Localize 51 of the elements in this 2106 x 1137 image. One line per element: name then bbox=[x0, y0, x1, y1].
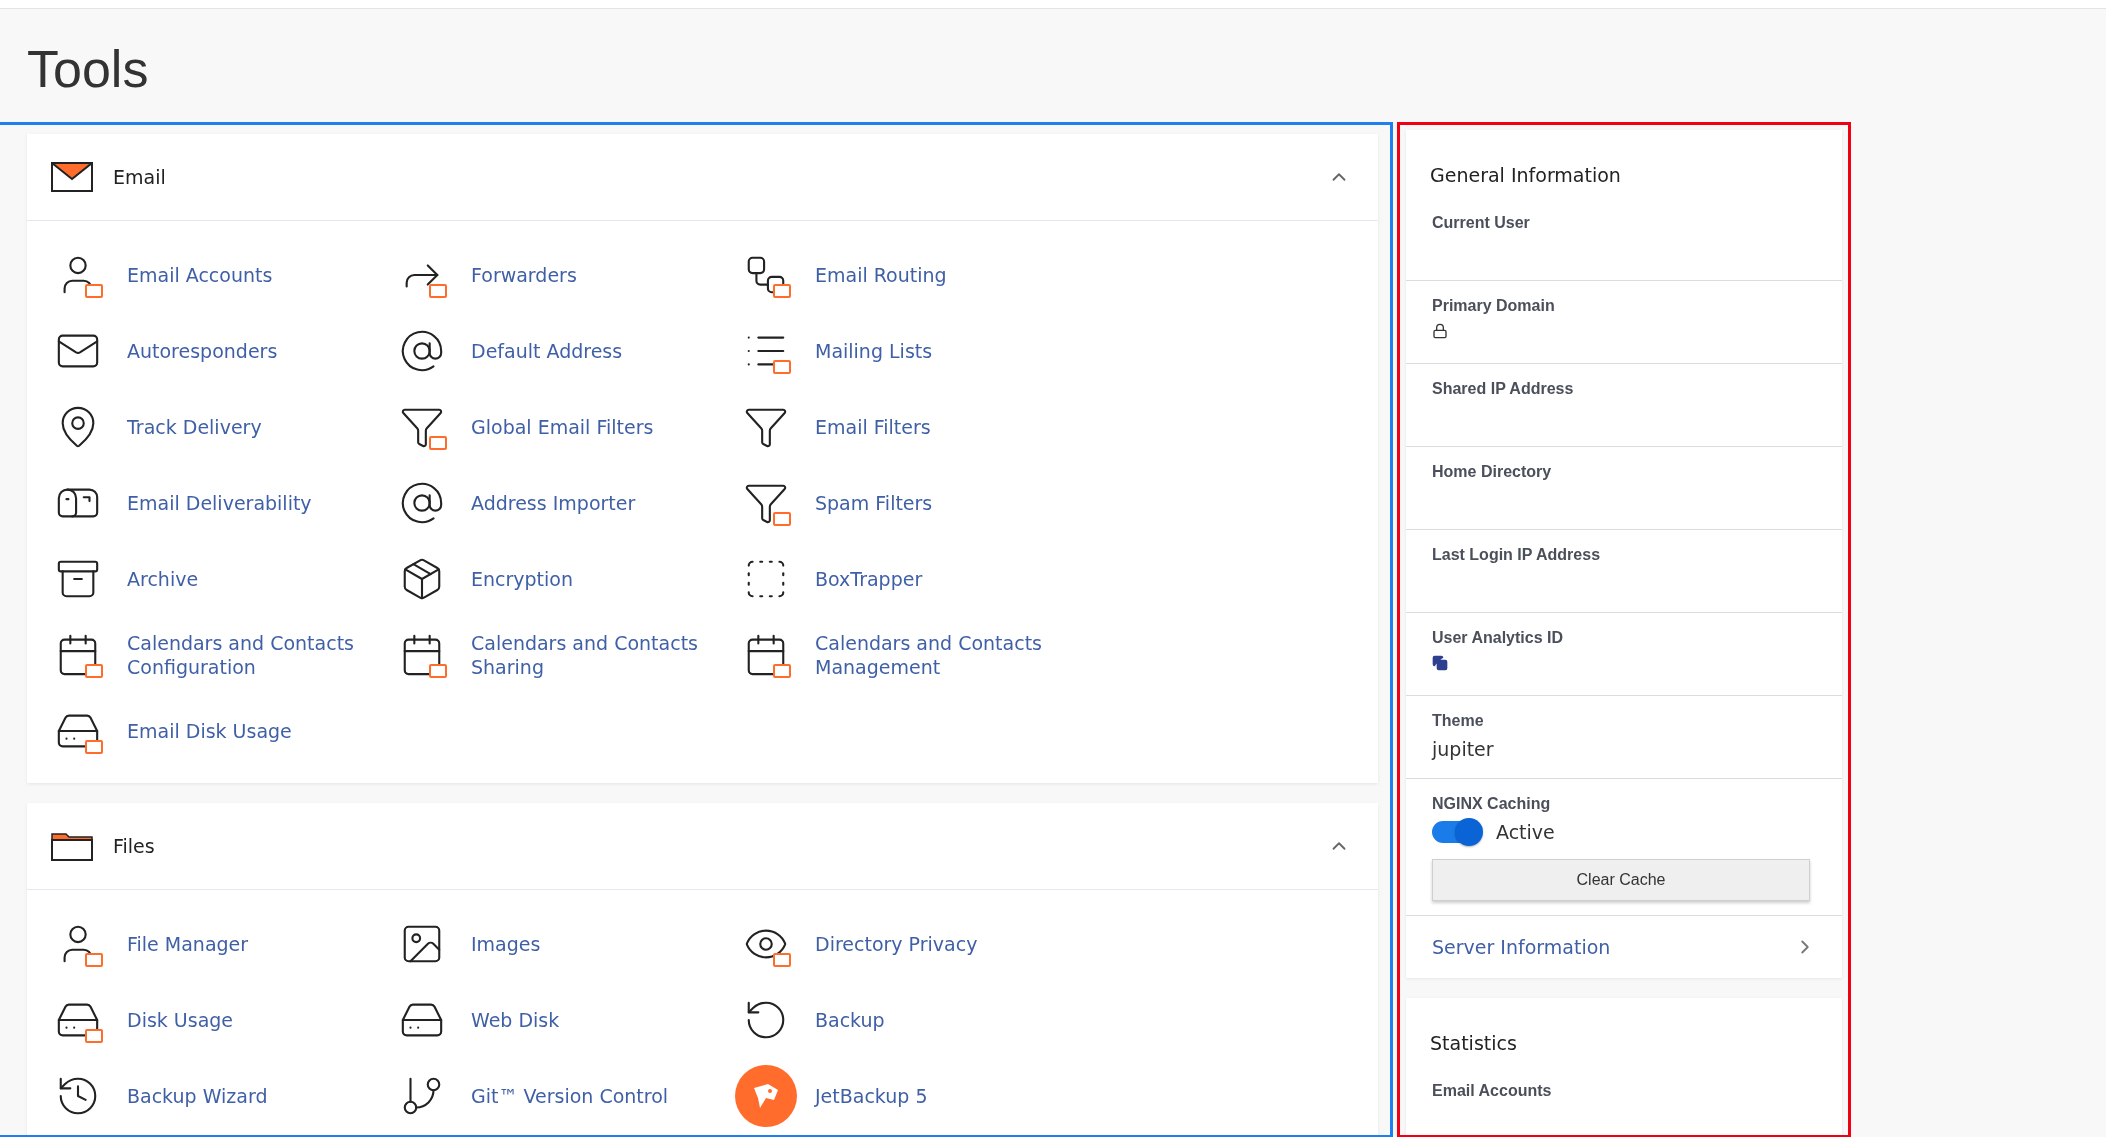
section-title: Email bbox=[113, 166, 167, 188]
tool-link[interactable]: Autoresponders bbox=[51, 313, 395, 389]
tool-link[interactable]: Backup Wizard bbox=[51, 1058, 395, 1134]
info-label: Home Directory bbox=[1432, 463, 1553, 481]
tool-link[interactable]: Default Address bbox=[395, 313, 739, 389]
lock-icon bbox=[1432, 323, 1448, 339]
clear-cache-button[interactable]: Clear Cache bbox=[1432, 859, 1810, 901]
tool-link[interactable]: Email Disk Usage bbox=[51, 693, 395, 769]
tool-link[interactable]: Email Deliverability bbox=[51, 465, 395, 541]
info-label: Last Login IP Address bbox=[1432, 546, 1602, 564]
tool-link[interactable]: Global Email Filters bbox=[395, 389, 739, 465]
tool-link[interactable]: Git™ Version Control bbox=[395, 1058, 739, 1134]
page-title: Tools bbox=[26, 39, 150, 100]
tool-link[interactable]: Address Importer bbox=[395, 465, 739, 541]
tool-link[interactable]: Backup bbox=[739, 982, 1083, 1058]
tool-link[interactable]: Email Filters bbox=[739, 389, 1083, 465]
info-value: jupiter bbox=[1432, 738, 1495, 760]
card-title: General Information bbox=[1429, 163, 1622, 188]
tool-link[interactable]: Archive bbox=[51, 541, 395, 617]
info-label: Shared IP Address bbox=[1432, 380, 1575, 398]
tool-link[interactable]: Forwarders bbox=[395, 237, 739, 313]
tool-link[interactable]: Email Accounts bbox=[51, 237, 395, 313]
tool-link[interactable]: File Manager bbox=[51, 906, 395, 982]
toggle-switch[interactable] bbox=[1432, 821, 1482, 843]
tool-link[interactable]: Disk Usage bbox=[51, 982, 395, 1058]
section-title: Files bbox=[113, 835, 156, 857]
copy-icon[interactable] bbox=[1432, 655, 1448, 671]
tool-link[interactable]: Web Disk bbox=[395, 982, 739, 1058]
info-label: NGINX Caching bbox=[1432, 795, 1552, 813]
envelope-icon bbox=[51, 162, 93, 192]
tool-link[interactable]: BoxTrapper bbox=[739, 541, 1083, 617]
tool-link[interactable]: JetBackup 5 bbox=[739, 1058, 1083, 1134]
tool-link[interactable]: Calendars and Contacts Configuration bbox=[51, 617, 395, 693]
tool-link[interactable]: Directory Privacy bbox=[739, 906, 1083, 982]
tool-link[interactable]: Spam Filters bbox=[739, 465, 1083, 541]
info-label: Primary Domain bbox=[1432, 297, 1556, 315]
info-label: User Analytics ID bbox=[1432, 629, 1564, 647]
info-label: Current User bbox=[1432, 214, 1531, 232]
server-information-link[interactable]: Server Information bbox=[1406, 916, 1842, 978]
info-label: Email Accounts bbox=[1432, 1082, 1553, 1100]
tool-link[interactable]: Calendars and Contacts Management bbox=[739, 617, 1083, 693]
info-label: Theme bbox=[1432, 712, 1485, 730]
toggle-status: Active bbox=[1496, 821, 1555, 843]
tool-link[interactable]: Calendars and Contacts Sharing bbox=[395, 617, 739, 693]
tool-link[interactable]: Email Routing bbox=[739, 237, 1083, 313]
tool-link[interactable]: Mailing Lists bbox=[739, 313, 1083, 389]
card-title: Statistics bbox=[1429, 1031, 1518, 1056]
folder-icon bbox=[51, 831, 93, 861]
tool-link[interactable]: Images bbox=[395, 906, 739, 982]
tool-link[interactable]: Encryption bbox=[395, 541, 739, 617]
tool-link[interactable]: Track Delivery bbox=[51, 389, 395, 465]
